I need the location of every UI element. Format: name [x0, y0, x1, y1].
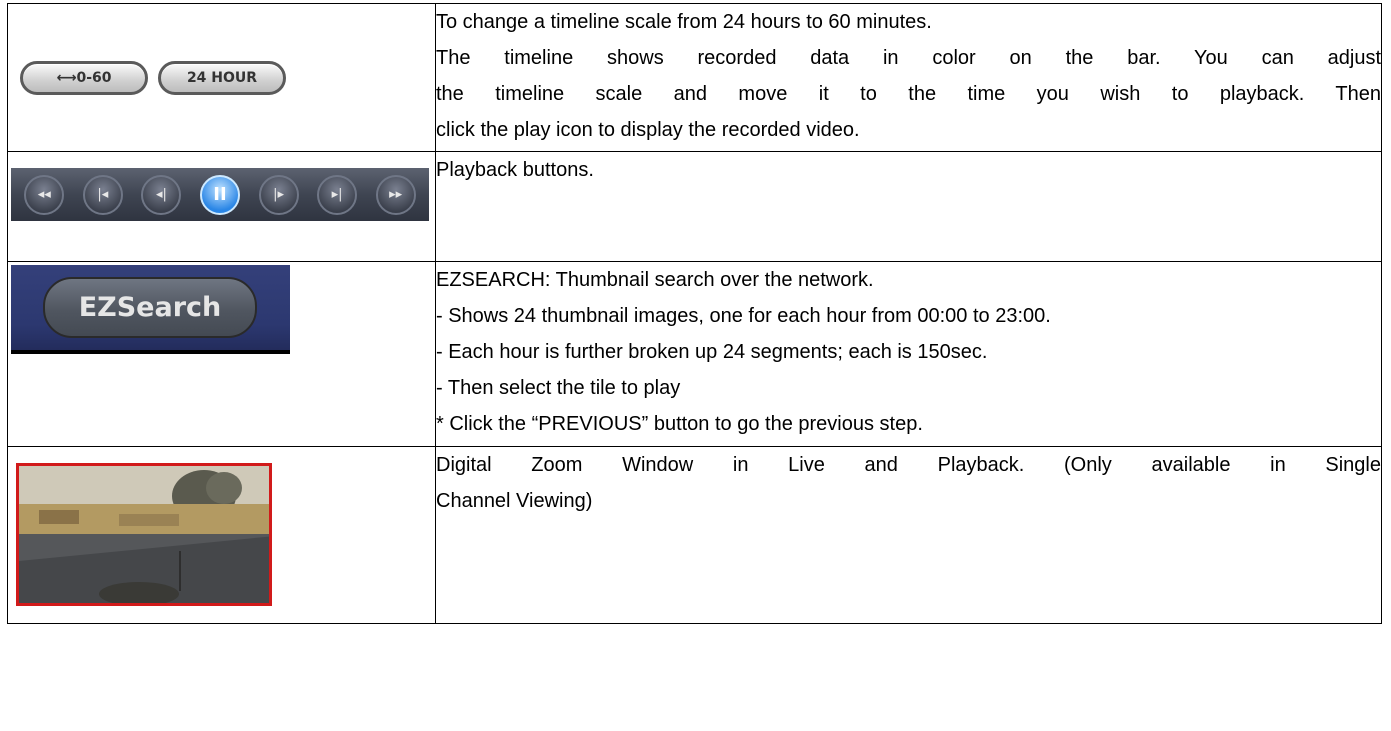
- description-line: To change a timeline scale from 24 hours…: [436, 11, 932, 33]
- scale-60-button[interactable]: ⟷0-60: [20, 61, 148, 95]
- step-back-icon[interactable]: |◂: [82, 174, 123, 215]
- ezsearch-cell: EZSearch: [7, 261, 436, 447]
- table-row: ⟷0-60 24 HOUR To change a timeline scale…: [7, 3, 1382, 152]
- description-line: - Each hour is further broken up 24 segm…: [436, 341, 988, 363]
- slow-back-icon[interactable]: ◂|: [141, 174, 182, 215]
- description-cell: Digital Zoom Window in Live and Playback…: [435, 446, 1382, 624]
- description-line: EZSEARCH: Thumbnail search over the netw…: [436, 269, 874, 291]
- zoom-window-thumbnail: [16, 463, 272, 606]
- table-row: EZSearch EZSEARCH: Thumbnail search over…: [7, 261, 1382, 447]
- zoom-cell: [7, 446, 436, 624]
- description-cell: To change a timeline scale from 24 hours…: [435, 3, 1382, 152]
- pause-icon[interactable]: II: [199, 174, 240, 215]
- description-line: click the play icon to display the recor…: [436, 119, 860, 141]
- description-line: Channel Viewing): [436, 490, 593, 512]
- playback-bar: ◂◂ |◂ ◂| II |▸ ▸| ▸▸: [11, 168, 429, 221]
- description-line: Digital Zoom Window in Live and Playback…: [436, 454, 1381, 476]
- scale-buttons-cell: ⟷0-60 24 HOUR: [7, 3, 436, 152]
- ezsearch-panel: EZSearch: [11, 265, 290, 354]
- playback-buttons-cell: ◂◂ |◂ ◂| II |▸ ▸| ▸▸: [7, 151, 436, 262]
- description-line: The timeline shows recorded data in colo…: [436, 47, 1381, 69]
- scale-24-hour-button[interactable]: 24 HOUR: [158, 61, 286, 95]
- description-line: * Click the “PREVIOUS” button to go the …: [436, 413, 923, 435]
- description-line: - Then select the tile to play: [436, 377, 681, 399]
- description-cell: EZSEARCH: Thumbnail search over the netw…: [435, 261, 1382, 447]
- fast-rewind-icon[interactable]: ◂◂: [24, 174, 65, 215]
- ezsearch-button[interactable]: EZSearch: [43, 277, 257, 338]
- description-line: - Shows 24 thumbnail images, one for eac…: [436, 305, 1051, 327]
- description-line: the timeline scale and move it to the ti…: [436, 83, 1381, 105]
- description-cell: Playback buttons.: [435, 151, 1382, 262]
- fast-forward-icon[interactable]: ▸▸: [375, 174, 416, 215]
- step-forward-icon[interactable]: ▸|: [317, 174, 358, 215]
- slow-forward-icon[interactable]: |▸: [258, 174, 299, 215]
- description-line: Playback buttons.: [436, 159, 594, 181]
- zoom-scene-image: [19, 466, 269, 603]
- table-row: Digital Zoom Window in Live and Playback…: [7, 446, 1382, 624]
- table-row: ◂◂ |◂ ◂| II |▸ ▸| ▸▸ Playback buttons.: [7, 151, 1382, 262]
- feature-table: ⟷0-60 24 HOUR To change a timeline scale…: [7, 3, 1382, 624]
